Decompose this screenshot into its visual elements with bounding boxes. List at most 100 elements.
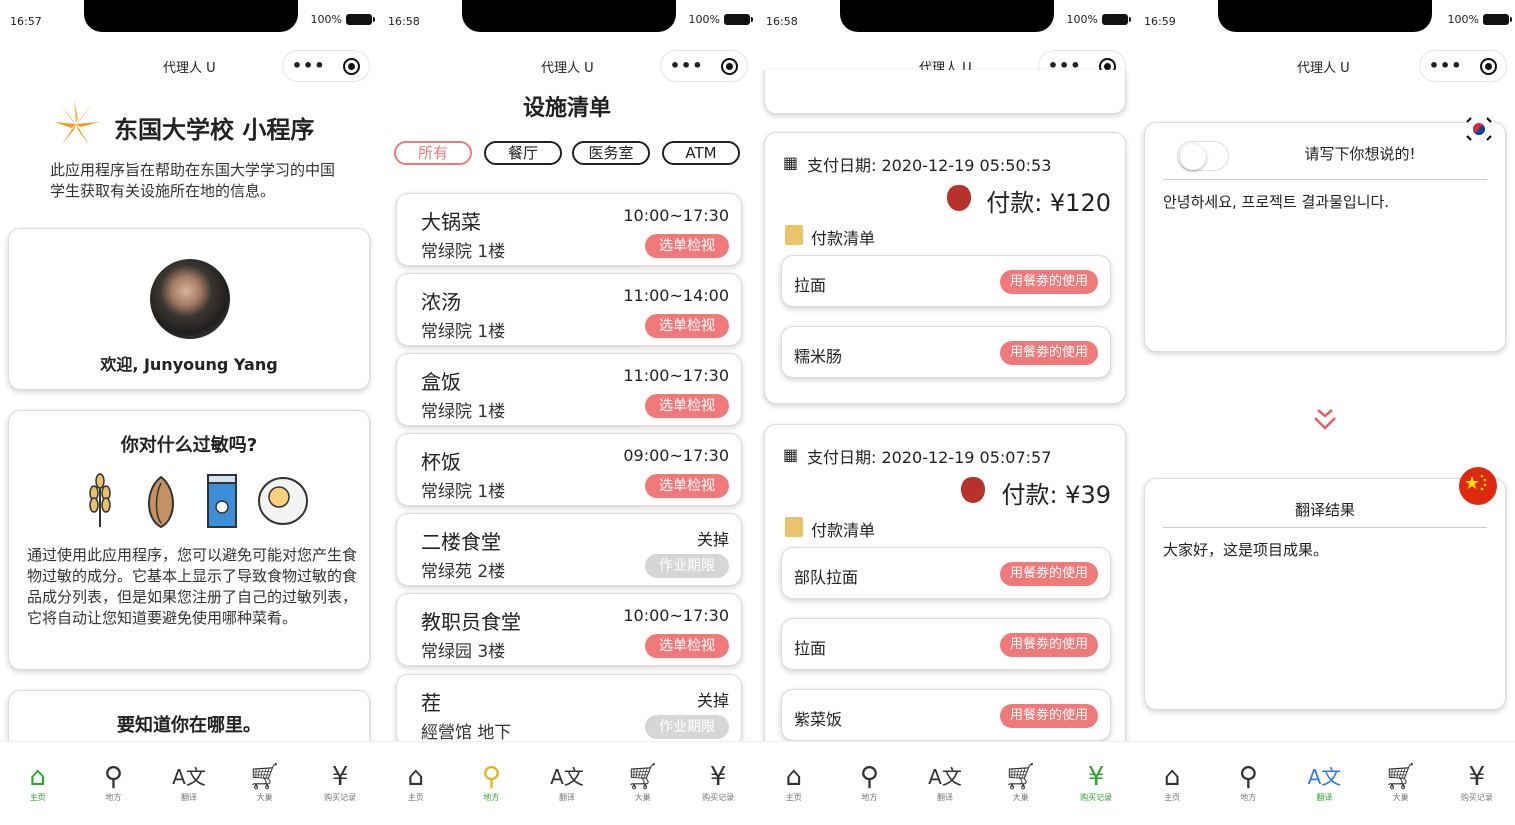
translate-icon: A文 [550, 765, 584, 789]
voice-toggle[interactable] [1177, 141, 1229, 171]
view-menu-button[interactable]: 选单检视 [645, 474, 729, 498]
tab-bar: ⌂ 主页 ⚲ 地方 A文 翻译 🛒︎ 大巢 ¥ 购买记录 [0, 741, 378, 825]
closed-button: 作业期限 [645, 715, 729, 739]
item-name: 拉面 [794, 639, 827, 658]
close-mini-program-icon[interactable] [343, 57, 361, 75]
paid-item[interactable]: 糯米肠 用餐劵的使用 [781, 326, 1111, 378]
checklist-icon [785, 225, 803, 245]
welcome-text: 欢迎, Junyoung Yang [100, 355, 278, 374]
nav-bar: 代理人 U ••• [1134, 48, 1515, 84]
facility-item[interactable]: 茬 关掉 經營馆 地下 作业期限 [396, 674, 742, 747]
tab-location[interactable]: ⚲ 地方 [839, 762, 899, 825]
tab-home[interactable]: ⌂ 主页 [386, 762, 446, 825]
facility-item[interactable]: 杯饭 09:00~17:30 常绿院 1楼 选单检视 [396, 433, 742, 506]
tab-translate[interactable]: A文 翻译 [159, 762, 219, 825]
tab-label: 地方 [105, 793, 122, 802]
checklist-icon [785, 517, 803, 537]
tab-label: 主页 [1164, 793, 1181, 802]
use-meal-coupon-button[interactable]: 用餐劵的使用 [999, 270, 1098, 294]
filter-all[interactable]: 所有 [394, 141, 472, 165]
use-meal-coupon-button[interactable]: 用餐劵的使用 [999, 562, 1098, 586]
cart-icon: 🛒︎ [626, 762, 660, 792]
filter-clinic[interactable]: 医务室 [572, 141, 650, 165]
tab-location[interactable]: ⚲ 地方 [461, 762, 521, 825]
tab-purchase-history[interactable]: ¥ 购买记录 [1066, 762, 1126, 825]
tab-cart[interactable]: 🛒︎ 大巢 [613, 762, 673, 825]
university-logo-icon [54, 100, 100, 146]
paid-item[interactable]: 拉面 用餐劵的使用 [781, 618, 1111, 670]
facility-item[interactable]: 教职员食堂 10:00~17:30 常绿园 3楼 选单检视 [396, 593, 742, 666]
tab-home[interactable]: ⌂ 主页 [8, 762, 68, 825]
facility-item[interactable]: 二楼食堂 关掉 常绿苑 2楼 作业期限 [396, 513, 742, 586]
filter-atm[interactable]: ATM [662, 141, 740, 165]
tab-translate[interactable]: A文 翻译 [915, 762, 975, 825]
tab-cart[interactable]: 🛒︎ 大巢 [991, 762, 1051, 825]
close-mini-program-icon[interactable] [721, 57, 739, 75]
item-name: 拉面 [794, 276, 827, 295]
tab-cart[interactable]: 🛒︎ 大巢 [1371, 762, 1431, 825]
money-bag-icon [947, 185, 971, 211]
item-name: 部队拉面 [794, 568, 859, 587]
input-prompt: 请写下你想说的! [1304, 145, 1416, 163]
tab-home[interactable]: ⌂ 主页 [1142, 762, 1202, 825]
tab-location[interactable]: ⚲ 地方 [1218, 762, 1278, 825]
facility-location: 常绿园 3楼 [421, 642, 506, 662]
tab-label: 购买记录 [1460, 793, 1493, 802]
tab-label: 购买记录 [1080, 793, 1113, 802]
toggle-knob [1180, 144, 1206, 170]
app-title: 东国大学校 小程序 [114, 116, 315, 144]
allergy-card[interactable]: 你对什么过敏吗? 通过使用此应用程序，您可以避免可能对您产生食物过敏的成分。它基… [8, 410, 370, 670]
facility-location: 經營馆 地下 [421, 723, 512, 743]
notch [1218, 0, 1432, 32]
milk-carton-icon [207, 474, 237, 528]
chinese-flag-icon [1459, 467, 1497, 505]
view-menu-button[interactable]: 选单检视 [645, 314, 729, 338]
closed-button: 作业期限 [645, 554, 729, 578]
menu-capsule[interactable]: ••• [1419, 50, 1507, 82]
tab-cart[interactable]: 🛒︎ 大巢 [235, 762, 295, 825]
tab-location[interactable]: ⚲ 地方 [83, 762, 143, 825]
menu-capsule[interactable]: ••• [282, 50, 370, 82]
battery-icon [346, 14, 375, 25]
facility-list-screen: 16:58 100% 代理人 U ••• 设施清单 所有 餐厅 医务室 ATM … [378, 0, 756, 825]
battery-status: 100% [311, 13, 375, 26]
use-meal-coupon-button[interactable]: 用餐劵的使用 [999, 704, 1098, 728]
home-icon: ⌂ [407, 762, 425, 792]
facility-hours: 11:00~17:30 [623, 366, 729, 385]
use-meal-coupon-button[interactable]: 用餐劵的使用 [999, 341, 1098, 365]
battery-percent: 100% [1447, 13, 1479, 26]
cart-icon: 🛒︎ [248, 762, 282, 792]
paid-item[interactable]: 部队拉面 用餐劵的使用 [781, 547, 1111, 599]
tab-translate[interactable]: A文 翻译 [537, 762, 597, 825]
tab-label: 购买记录 [324, 793, 357, 802]
more-icon[interactable]: ••• [670, 58, 704, 74]
more-icon[interactable]: ••• [1429, 58, 1463, 74]
use-meal-coupon-button[interactable]: 用餐劵的使用 [999, 633, 1098, 657]
paid-item[interactable]: 紫菜饭 用餐劵的使用 [781, 689, 1111, 741]
view-menu-button[interactable]: 选单检视 [645, 234, 729, 258]
view-menu-button[interactable]: 选单检视 [645, 394, 729, 418]
translate-icon: A文 [172, 765, 206, 789]
receipt-icon: ¥ [1468, 762, 1486, 792]
tab-bar: ⌂ 主页 ⚲ 地方 A文 翻译 🛒︎ 大巢 ¥ 购买记录 [756, 741, 1134, 825]
tab-purchase-history[interactable]: ¥ 购买记录 [688, 762, 748, 825]
filter-restaurant[interactable]: 餐厅 [484, 141, 562, 165]
allergy-title: 你对什么过敏吗? [120, 435, 258, 456]
paid-item[interactable]: 拉面 用餐劵的使用 [781, 255, 1111, 307]
tab-purchase-history[interactable]: ¥ 购买记录 [1447, 762, 1507, 825]
home-icon: ⌂ [29, 762, 47, 792]
text-input[interactable]: 안녕하세요, 프로젝트 결과물입니다. [1163, 191, 1389, 212]
tab-purchase-history[interactable]: ¥ 购买记录 [310, 762, 370, 825]
facility-item[interactable]: 浓汤 11:00~14:00 常绿院 1楼 选单检视 [396, 273, 742, 346]
view-menu-button[interactable]: 选单检视 [645, 634, 729, 658]
tab-translate[interactable]: A文 翻译 [1294, 762, 1354, 825]
close-mini-program-icon[interactable] [1480, 57, 1498, 75]
home-icon: ⌂ [785, 762, 803, 792]
tab-home[interactable]: ⌂ 主页 [764, 762, 824, 825]
facility-location: 常绿苑 2楼 [421, 562, 506, 582]
more-icon[interactable]: ••• [292, 58, 326, 74]
facility-item[interactable]: 盒饭 11:00~17:30 常绿院 1楼 选单检视 [396, 353, 742, 426]
menu-capsule[interactable]: ••• [660, 50, 748, 82]
avatar[interactable] [150, 259, 230, 339]
facility-item[interactable]: 大锅菜 10:00~17:30 常绿院 1楼 选单检视 [396, 193, 742, 266]
